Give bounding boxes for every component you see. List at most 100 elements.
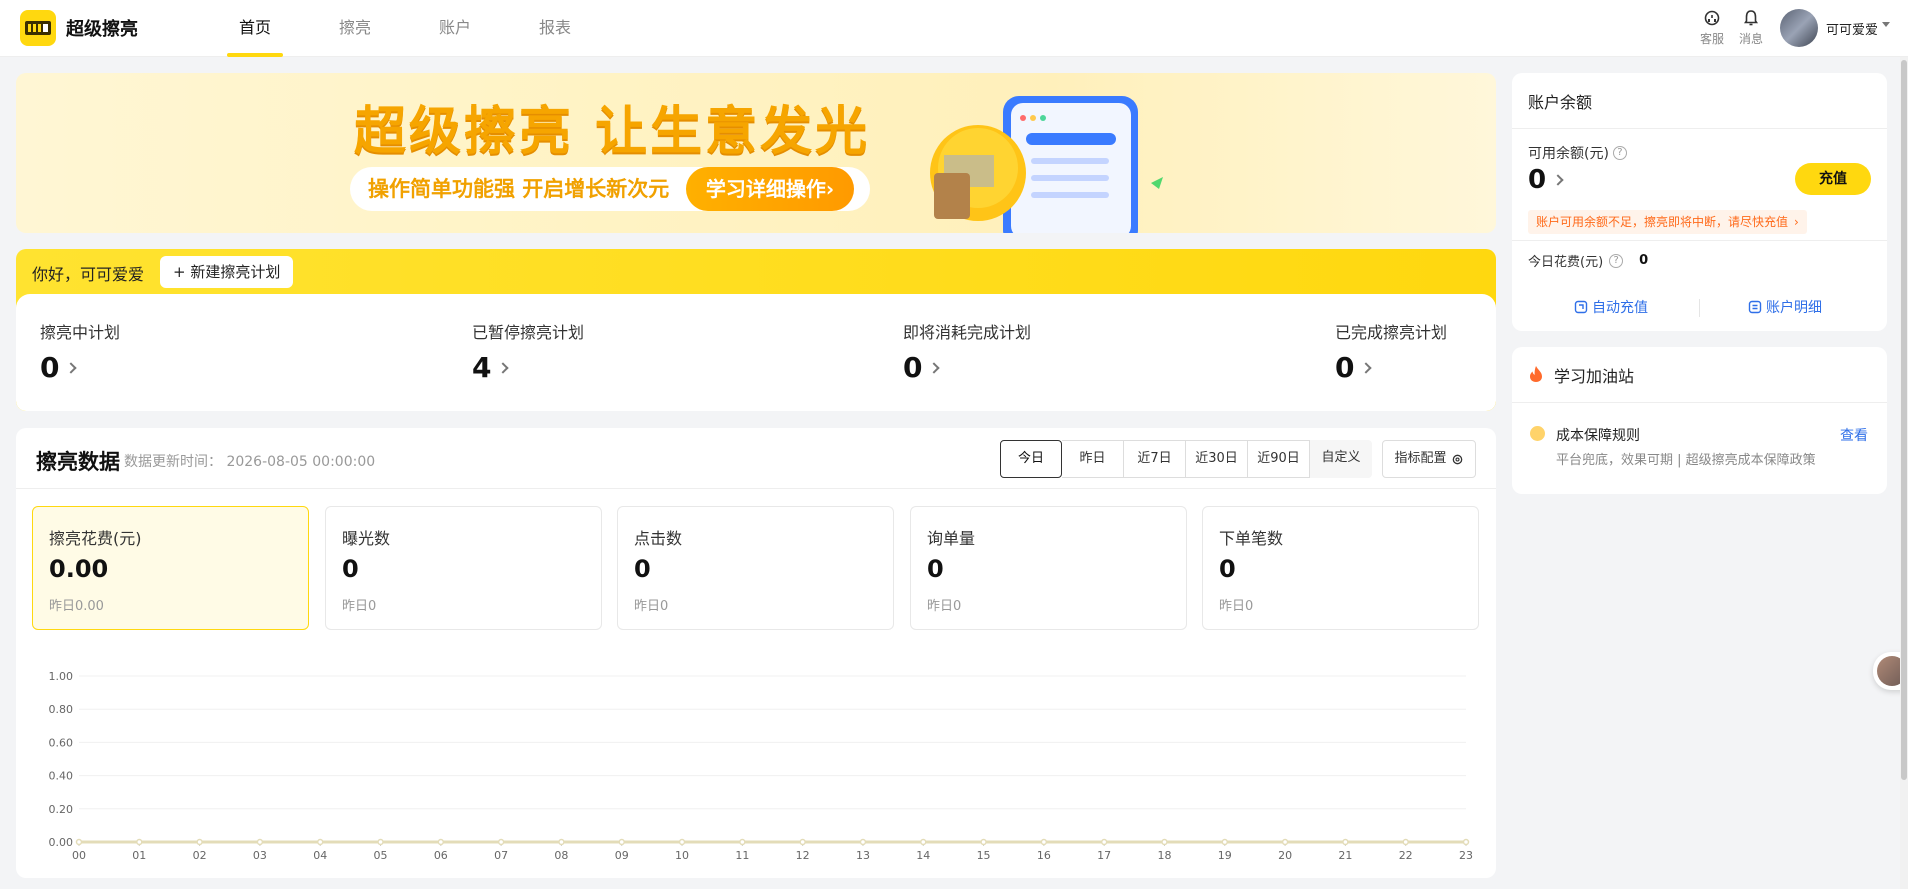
range-7d[interactable]: 近7日	[1124, 440, 1186, 478]
customer-service-button[interactable]: 客服	[1695, 8, 1729, 47]
y-tick-label: 0.40	[49, 770, 74, 783]
x-tick-label: 20	[1278, 849, 1292, 862]
auto-recharge-label: 自动充值	[1592, 300, 1648, 316]
data-point	[799, 838, 806, 846]
metric-card-spend[interactable]: 擦亮花费(元) 0.00 昨日0.00	[32, 506, 309, 630]
x-tick-label: 08	[554, 849, 568, 862]
data-point	[1462, 838, 1470, 846]
x-tick-label: 13	[856, 849, 870, 862]
messages-button[interactable]: 消息	[1734, 8, 1768, 47]
metric-card-clicks[interactable]: 点击数 0 昨日0	[617, 506, 894, 630]
x-tick-label: 00	[72, 849, 86, 862]
greeting-card: 你好，可可爱爱 + 新建擦亮计划 擦亮中计划 0 已暂停擦亮计划 4 即将消耗完…	[16, 249, 1496, 411]
stat-almost-done[interactable]: 即将消耗完成计划 0	[903, 319, 1031, 384]
data-point	[1342, 838, 1349, 846]
data-point	[196, 838, 203, 846]
x-tick-label: 19	[1218, 849, 1232, 862]
range-custom[interactable]: 自定义	[1310, 440, 1372, 478]
data-point	[316, 838, 324, 846]
range-today[interactable]: 今日	[1000, 440, 1062, 478]
metric-card-inquiries[interactable]: 询单量 0 昨日0	[910, 506, 1187, 630]
chevron-right-icon	[497, 361, 510, 374]
help-icon[interactable]: ?	[1609, 253, 1624, 268]
low-balance-warning[interactable]: 账户可用余额不足，擦亮即将中断，请尽快充值 ›	[1528, 210, 1807, 234]
divider	[1699, 299, 1700, 317]
warning-text: 账户可用余额不足，擦亮即将中断，请尽快充值	[1536, 215, 1789, 229]
y-tick-label: 0.80	[49, 703, 74, 716]
metric-config-button[interactable]: 指标配置	[1382, 440, 1476, 478]
data-update-time: 数据更新时间： 2026-08-05 00:00:00	[124, 454, 376, 470]
data-point	[1221, 838, 1229, 846]
promo-banner[interactable]: 超级擦亮 让生意发光 操作简单功能强 开启增长新次元 学习详细操作›	[16, 73, 1496, 233]
x-tick-label: 06	[434, 849, 448, 862]
available-balance-label: 可用余额(元)	[1528, 146, 1609, 162]
banner-cta-button[interactable]: 学习详细操作›	[686, 167, 854, 211]
view-link[interactable]: 查看	[1840, 425, 1868, 445]
divider	[1512, 128, 1887, 129]
metric-label: 下单笔数	[1219, 529, 1284, 548]
data-point	[377, 838, 384, 846]
today-cost-value: 0	[1639, 253, 1649, 268]
stat-label: 擦亮中计划	[40, 323, 121, 342]
auto-recharge-link[interactable]: 自动充值	[1574, 297, 1648, 317]
stat-completed[interactable]: 已完成擦亮计划 0	[1335, 319, 1447, 384]
metric-card-impressions[interactable]: 曝光数 0 昨日0	[325, 506, 602, 630]
x-tick-label: 11	[735, 849, 749, 862]
metric-label: 擦亮花费(元)	[49, 529, 142, 548]
coin-icon	[1530, 426, 1545, 441]
data-point	[256, 838, 264, 846]
user-name[interactable]: 可可爱爱	[1826, 19, 1878, 38]
user-avatar[interactable]	[1780, 9, 1818, 47]
account-detail-link[interactable]: 账户明细	[1748, 297, 1822, 317]
metric-value: 0	[927, 555, 944, 583]
scrollbar-thumb[interactable]	[1901, 60, 1907, 780]
range-90d[interactable]: 近90日	[1248, 440, 1310, 478]
customer-service-label: 客服	[1699, 32, 1724, 46]
data-point	[75, 838, 83, 846]
learning-item-title: 成本保障规则	[1556, 428, 1640, 444]
y-tick-label: 0.60	[49, 736, 74, 749]
available-balance[interactable]: 0	[1528, 165, 1564, 195]
data-point	[859, 838, 867, 846]
tab-account[interactable]: 账户	[405, 0, 505, 57]
plan-stats-panel: 擦亮中计划 0 已暂停擦亮计划 4 即将消耗完成计划 0 已完成擦亮计划 0	[16, 294, 1496, 411]
metric-value: 0	[634, 555, 651, 583]
chevron-down-icon[interactable]	[1882, 22, 1890, 27]
divider	[1512, 402, 1887, 403]
metric-prev: 昨日0.00	[49, 599, 104, 614]
metric-label: 曝光数	[342, 529, 391, 548]
new-plan-button[interactable]: + 新建擦亮计划	[160, 256, 294, 288]
app-logo[interactable]: 超级擦亮	[20, 10, 138, 46]
stat-paused[interactable]: 已暂停擦亮计划 4	[472, 319, 584, 384]
data-panel: 擦亮数据 数据更新时间： 2026-08-05 00:00:00 今日 昨日 近…	[16, 428, 1496, 878]
learning-item-desc: 平台兜底，效果可期 | 超级擦亮成本保障政策	[1556, 453, 1816, 468]
data-point	[1161, 838, 1168, 846]
range-yesterday[interactable]: 昨日	[1062, 440, 1124, 478]
metric-card-orders[interactable]: 下单笔数 0 昨日0	[1202, 506, 1479, 630]
y-tick-label: 0.20	[49, 803, 74, 816]
x-tick-label: 03	[253, 849, 267, 862]
main-nav: 首页 擦亮 账户 报表	[205, 0, 605, 57]
logo-icon	[20, 10, 56, 46]
stat-label: 已暂停擦亮计划	[472, 323, 585, 342]
y-tick-label: 0.00	[49, 836, 74, 849]
tab-home[interactable]: 首页	[205, 0, 305, 57]
learning-station-card: 学习加油站 成本保障规则 平台兜底，效果可期 | 超级擦亮成本保障政策 查看	[1512, 347, 1887, 494]
stat-polishing[interactable]: 擦亮中计划 0	[40, 319, 120, 384]
today-cost-label: 今日花费(元)	[1528, 255, 1604, 270]
date-range-selector: 今日 昨日 近7日 近30日 近90日 自定义	[1000, 440, 1372, 478]
chevron-right-icon	[65, 361, 78, 374]
bill-icon	[1748, 300, 1762, 314]
recharge-button[interactable]: 充值	[1795, 163, 1871, 195]
help-icon[interactable]: ?	[1612, 146, 1627, 160]
tab-polish[interactable]: 擦亮	[305, 0, 405, 57]
metric-prev: 昨日0	[927, 599, 962, 614]
data-panel-title: 擦亮数据	[36, 450, 120, 474]
x-tick-label: 22	[1399, 849, 1413, 862]
range-30d[interactable]: 近30日	[1186, 440, 1248, 478]
today-cost-row: 今日花费(元) ? 0	[1528, 251, 1648, 270]
data-point	[739, 838, 746, 846]
stat-label: 已完成擦亮计划	[1335, 323, 1448, 342]
data-point	[920, 838, 927, 846]
tab-reports[interactable]: 报表	[505, 0, 605, 57]
